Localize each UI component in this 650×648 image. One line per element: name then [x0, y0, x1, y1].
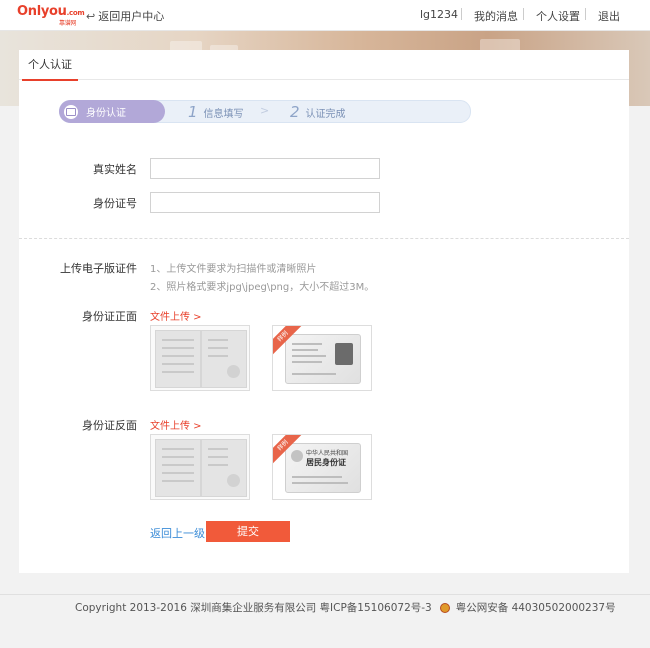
section-divider: [19, 238, 629, 239]
upload-section-title: 上传电子版证件: [60, 262, 137, 275]
id-card-back-title: 中华人民共和国: [306, 450, 349, 457]
id-card-back-image: 中华人民共和国 居民身份证: [285, 443, 361, 493]
id-card-front-image: [285, 334, 361, 384]
logo-text: Onlyou: [17, 4, 67, 19]
logo-subtitle: 靠谱网: [59, 20, 77, 27]
back-to-user-center-label: 返回用户中心: [98, 10, 165, 23]
upload-back-placeholder[interactable]: [150, 434, 250, 500]
step-info-fill: 1 信息填写: [188, 103, 244, 121]
step-number: 1: [188, 103, 198, 121]
personal-settings-link[interactable]: 个人设置: [536, 8, 580, 24]
upload-front-placeholder[interactable]: [150, 325, 250, 391]
document-page-icon: [155, 439, 201, 497]
step-active-label: 身份认证: [86, 108, 126, 119]
id-card-icon: [64, 104, 78, 119]
nav-divider: [461, 8, 462, 20]
nav-divider: [523, 8, 524, 20]
footer: Copyright 2013-2016 深圳商集企业服务有限公司 粤ICP备15…: [75, 600, 616, 615]
nav-divider: [585, 8, 586, 20]
back-to-user-center-link[interactable]: ↩ 返回用户中心: [86, 8, 164, 24]
id-back-sample: 中华人民共和国 居民身份证 样例: [272, 434, 372, 500]
id-front-label: 身份证正面: [82, 310, 137, 323]
real-name-input[interactable]: [150, 158, 380, 179]
document-page-icon: [155, 330, 201, 388]
upload-front-link[interactable]: 文件上传 >: [150, 308, 202, 323]
footer-divider: [0, 594, 650, 595]
document-page-icon: [201, 439, 247, 497]
my-messages-link[interactable]: 我的消息: [474, 8, 518, 24]
submit-button[interactable]: 提交: [206, 521, 290, 542]
return-arrow-icon: ↩: [86, 9, 96, 23]
step-number: 2: [290, 103, 300, 121]
police-record-text[interactable]: 粤公网安备 44030502000237号: [456, 600, 616, 615]
id-front-sample: 样例: [272, 325, 372, 391]
police-badge-icon: [439, 602, 450, 613]
step-label: 信息填写: [203, 108, 244, 120]
logo-domain: .com: [66, 9, 85, 17]
upload-hint-2: 2、照片格式要求jpg\jpeg\png，大小不超过3M。: [150, 282, 375, 293]
step-identity-verification: 身份认证: [59, 100, 165, 123]
logout-link[interactable]: 退出: [598, 8, 620, 24]
step-label: 认证完成: [305, 108, 346, 120]
upload-hint-1: 1、上传文件要求为扫描件或清晰照片: [150, 264, 317, 275]
real-name-label: 真实姓名: [93, 163, 137, 176]
top-bar: Onlyou.com 靠谱网 ↩ 返回用户中心 lg1234 我的消息 个人设置…: [0, 0, 650, 31]
upload-back-link[interactable]: 文件上传 >: [150, 417, 202, 432]
progress-steps: 身份认证 1 信息填写 > 2 认证完成: [59, 100, 471, 123]
tab-bar: 个人认证: [19, 50, 629, 81]
username-link[interactable]: lg1234: [420, 8, 458, 21]
id-number-label: 身份证号: [93, 197, 137, 210]
document-page-icon: [201, 330, 247, 388]
national-emblem-icon: [291, 450, 303, 462]
portrait-icon: [335, 343, 353, 365]
id-card-back-heading: 居民身份证: [306, 458, 346, 467]
chevron-right-icon: >: [260, 104, 270, 117]
id-back-label: 身份证反面: [82, 419, 137, 432]
logo[interactable]: Onlyou.com 靠谱网: [17, 4, 85, 27]
copyright-text: Copyright 2013-2016 深圳商集企业服务有限公司 粤ICP备15…: [75, 602, 432, 614]
back-previous-link[interactable]: 返回上一级: [150, 525, 205, 541]
main-panel: 个人认证 身份认证 1 信息填写 > 2 认证完成 真实姓名 身份证号 上传电子…: [19, 50, 629, 573]
tab-personal-verification[interactable]: 个人认证: [22, 50, 78, 81]
id-number-input[interactable]: [150, 192, 380, 213]
step-complete: 2 认证完成: [290, 103, 346, 121]
